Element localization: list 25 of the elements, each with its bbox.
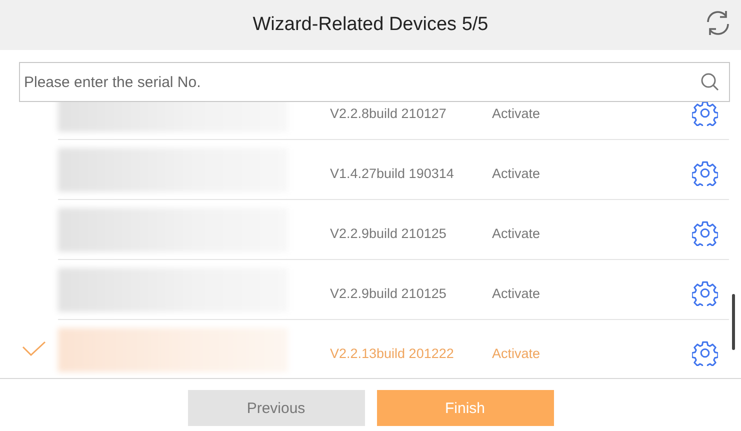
settings-icon[interactable] [692,160,718,186]
device-row[interactable]: V2.2.8build 210127 Activate [58,102,729,140]
scrollbar[interactable] [732,294,735,350]
settings-icon[interactable] [692,280,718,306]
settings-icon[interactable] [692,220,718,246]
device-row[interactable]: V2.2.9build 210125 Activate [58,260,729,320]
checkmark-icon [22,341,46,357]
settings-icon[interactable] [692,340,718,366]
firmware-version: V2.2.8build 210127 [330,106,446,121]
device-status: Activate [492,226,540,241]
firmware-version: V2.2.9build 210125 [330,286,446,301]
search-icon[interactable] [700,72,720,92]
device-row[interactable]: V1.4.27build 190314 Activate [58,140,729,200]
device-status: Activate [492,166,540,181]
device-row[interactable]: V2.2.9build 210125 Activate [58,200,729,260]
previous-button[interactable]: Previous [188,390,364,426]
search-field[interactable]: Please enter the serial No. [19,62,730,102]
settings-icon[interactable] [692,102,718,126]
firmware-version: V1.4.27build 190314 [330,166,454,181]
device-status: Activate [492,286,540,301]
firmware-version: V2.2.13build 201222 [330,346,454,361]
device-status: Activate [492,346,540,361]
window-title: Wizard-Related Devices 5/5 [252,14,488,36]
device-status: Activate [492,106,540,121]
firmware-version: V2.2.9build 210125 [330,226,446,241]
